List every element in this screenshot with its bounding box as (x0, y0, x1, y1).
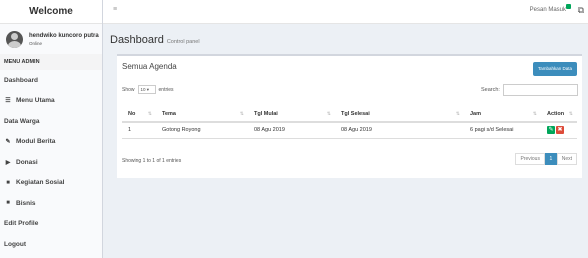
user-name: hendwiko kuncoro putra (29, 32, 99, 39)
column-header-jam[interactable]: Jam ⇅ (464, 106, 541, 123)
sidebar-item-label: Donasi (16, 158, 38, 166)
column-header-action[interactable]: Action ⇅ (541, 106, 577, 123)
database-icon: ■ (6, 179, 10, 186)
app-title[interactable]: Welcome (0, 0, 102, 24)
table-row: 1 Gotong Royong 08 Agu 2019 08 Agu 2019 … (122, 122, 577, 139)
sidebar-item-label: Bisnis (16, 199, 36, 207)
column-header-no[interactable]: No ⇅ (122, 106, 156, 123)
sidebar-item-label: Edit Profile (4, 220, 39, 228)
avatar (6, 30, 23, 48)
database-icon: ■ (6, 200, 10, 207)
delete-icon[interactable]: ✖ (556, 126, 564, 135)
table-header-row: No ⇅ Tema ⇅ Tgl Mulai ⇅ Tgl Selesai ⇅ Jam ⇅ A… (122, 106, 577, 123)
agenda-table: No ⇅ Tema ⇅ Tgl Mulai ⇅ Tgl Selesai ⇅ Jam ⇅ A… (122, 106, 577, 139)
cell-jam: 6 pagi s/d Selesai (464, 122, 541, 139)
sidebar-item-donasi[interactable]: ▶ Donasi (0, 152, 102, 173)
sidebar-item-modul-berita[interactable]: ✎ Modul Berita (0, 132, 102, 153)
column-header-tgl-mulai[interactable]: Tgl Mulai ⇅ (248, 106, 335, 123)
cell-no: 1 (122, 122, 156, 139)
entries-length: Show 10 ▾ entries (122, 85, 174, 94)
add-data-button[interactable]: Tambahkan Data (532, 62, 577, 76)
search-label: Search: (481, 87, 500, 93)
length-show-label: Show (122, 86, 135, 93)
edit-icon[interactable]: ✎ (547, 126, 555, 135)
page-title-text: Dashboard (110, 34, 164, 46)
sidebar-item-edit-profile[interactable]: Edit Profile (0, 214, 102, 235)
sidebar-toggle-icon[interactable]: ≡ (113, 6, 117, 13)
play-icon: ▶ (5, 159, 11, 166)
page-title: Dashboard Control panel (110, 34, 200, 46)
sidebar: Welcome hendwiko kuncoro putra Online ME… (0, 0, 103, 258)
column-header-tema[interactable]: Tema ⇅ (156, 106, 248, 123)
cell-tema: Gotong Royong (156, 122, 248, 139)
cell-tgl-mulai: 08 Agu 2019 (248, 122, 335, 139)
sidebar-item-data-warga[interactable]: Data Warga (0, 111, 102, 132)
topbar: ≡ Pesan Masuk ⧉ (103, 0, 588, 24)
entries-select[interactable]: 10 ▾ (137, 85, 156, 94)
pencil-icon: ✎ (5, 139, 11, 146)
cell-tgl-selesai: 08 Agu 2019 (335, 122, 464, 139)
menu-header: MENU ADMIN (0, 54, 102, 70)
sidebar-item-logout[interactable]: Logout (0, 234, 102, 255)
sidebar-item-menu-utama[interactable]: ☰ Menu Utama (0, 91, 102, 112)
length-entries-label: entries (158, 86, 174, 93)
entries-select-value: 10 (140, 87, 146, 92)
sidebar-item-dashboard[interactable]: Dashboard (0, 70, 102, 91)
next-button[interactable]: Next (556, 153, 577, 165)
table-info: Showing 1 to 1 of 1 entries (122, 158, 182, 164)
pagination: Previous 1 Next (515, 153, 577, 165)
agenda-box: Semua Agenda Tambahkan Data Show 10 ▾ en… (117, 54, 582, 178)
external-link-icon[interactable]: ⧉ (578, 5, 584, 16)
sidebar-item-label: Data Warga (4, 117, 40, 125)
sidebar-item-label: Dashboard (4, 76, 38, 84)
sidebar-item-label: Logout (4, 240, 27, 248)
list-icon: ☰ (5, 98, 11, 105)
box-title: Semua Agenda (122, 62, 177, 71)
cell-action: ✎ ✖ (541, 122, 577, 139)
sidebar-item-bisnis[interactable]: ■ Bisnis (0, 193, 102, 214)
inbox-badge (566, 4, 571, 9)
sidebar-item-label: Modul Berita (16, 138, 56, 146)
page-button-1[interactable]: 1 (544, 153, 557, 165)
previous-button[interactable]: Previous (515, 153, 545, 165)
user-panel: hendwiko kuncoro putra Online (0, 24, 102, 54)
inbox-link[interactable]: Pesan Masuk (530, 7, 566, 13)
column-header-tgl-selesai[interactable]: Tgl Selesai ⇅ (335, 106, 464, 123)
sidebar-item-kegiatan-sosial[interactable]: ■ Kegiatan Sosial (0, 173, 102, 194)
search-input[interactable] (503, 84, 578, 96)
sidebar-item-label: Menu Utama (16, 97, 55, 105)
user-status: Online (29, 40, 43, 46)
sidebar-item-label: Kegiatan Sosial (16, 179, 65, 187)
page-subtitle: Control panel (166, 39, 200, 45)
